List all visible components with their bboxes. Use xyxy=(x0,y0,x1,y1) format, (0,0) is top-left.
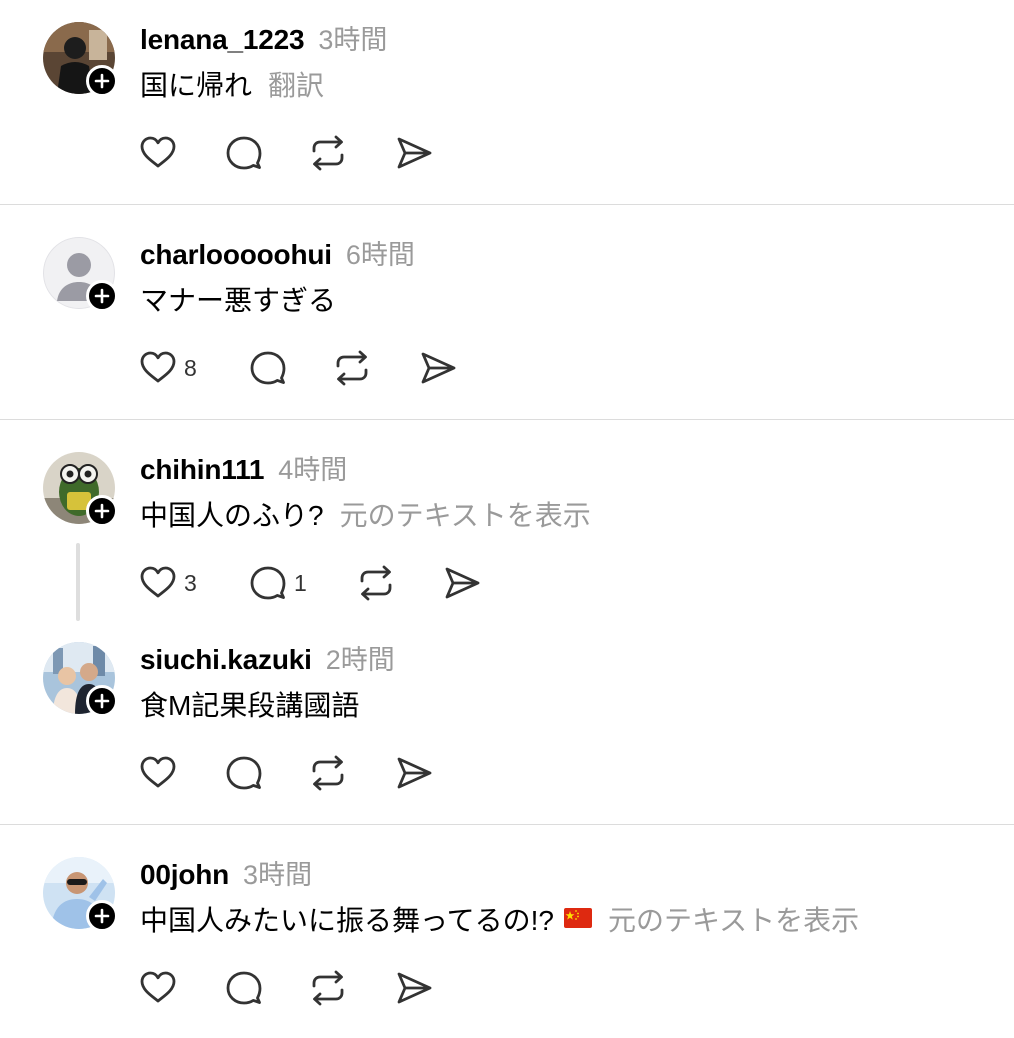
follow-button[interactable] xyxy=(86,65,118,97)
heart-icon xyxy=(140,756,176,788)
repost-icon xyxy=(336,350,368,386)
like-button[interactable]: 3 xyxy=(138,563,197,603)
follow-button[interactable] xyxy=(86,900,118,932)
username[interactable]: lenana_1223 xyxy=(140,24,305,56)
post-text: マナー悪すぎる xyxy=(140,285,337,316)
post-text: 食M記果段講國語 xyxy=(140,690,360,721)
send-icon xyxy=(397,972,432,1004)
post-time: 2時間 xyxy=(325,645,395,675)
show-original-link[interactable]: 元のテキストを表示 xyxy=(608,899,859,939)
repost-button[interactable] xyxy=(332,348,372,388)
send-icon xyxy=(421,352,456,384)
send-icon xyxy=(397,757,432,789)
post-text: 国に帰れ xyxy=(140,70,253,101)
share-button[interactable] xyxy=(394,968,434,1008)
heart-icon xyxy=(140,566,176,598)
post-text: 中国人のふり? xyxy=(140,500,324,531)
send-icon xyxy=(445,567,480,599)
reply-button[interactable] xyxy=(224,753,264,793)
repost-button[interactable] xyxy=(308,753,348,793)
post-time: 3時間 xyxy=(243,860,313,890)
reply-count: 1 xyxy=(294,569,307,596)
post-time: 3時間 xyxy=(318,25,388,55)
reply-button[interactable] xyxy=(224,968,264,1008)
reply-button[interactable] xyxy=(224,133,264,173)
repost-icon xyxy=(312,755,344,791)
share-button[interactable] xyxy=(418,348,458,388)
heart-icon xyxy=(140,136,176,168)
plus-icon xyxy=(94,503,110,519)
china-flag-icon xyxy=(563,903,592,935)
like-button[interactable] xyxy=(138,968,178,1008)
share-button[interactable] xyxy=(442,563,482,603)
like-button[interactable] xyxy=(138,753,178,793)
share-button[interactable] xyxy=(394,753,434,793)
plus-icon xyxy=(94,73,110,89)
reply-button[interactable]: 1 xyxy=(248,563,307,603)
like-count: 3 xyxy=(184,569,197,596)
repost-icon xyxy=(312,135,344,171)
follow-button[interactable] xyxy=(86,685,118,717)
repost-button[interactable] xyxy=(308,133,348,173)
share-button[interactable] xyxy=(394,133,434,173)
follow-button[interactable] xyxy=(86,280,118,312)
post-time: 6時間 xyxy=(345,240,415,270)
plus-icon xyxy=(94,693,110,709)
reply-feed: lenana_1223 3時間 国に帰れ 翻訳 charlooooohui 6時… xyxy=(0,0,1014,1038)
comment-icon xyxy=(226,136,262,170)
reply-button[interactable] xyxy=(248,348,288,388)
translate-link[interactable]: 翻訳 xyxy=(268,64,324,104)
avatar[interactable] xyxy=(43,237,118,312)
comment-icon xyxy=(250,566,286,600)
heart-icon xyxy=(140,971,176,1003)
comment-icon xyxy=(226,756,262,790)
plus-icon xyxy=(94,908,110,924)
post-time: 4時間 xyxy=(278,455,348,485)
like-button[interactable]: 8 xyxy=(138,348,197,388)
username[interactable]: charlooooohui xyxy=(140,239,332,271)
username[interactable]: siuchi.kazuki xyxy=(140,644,312,676)
divider xyxy=(0,419,1014,420)
show-original-link[interactable]: 元のテキストを表示 xyxy=(340,494,591,534)
plus-icon xyxy=(94,288,110,304)
divider xyxy=(0,204,1014,205)
avatar[interactable] xyxy=(43,22,118,97)
username[interactable]: chihin111 xyxy=(140,454,264,486)
avatar[interactable] xyxy=(43,857,118,932)
heart-icon xyxy=(140,351,176,383)
follow-button[interactable] xyxy=(86,495,118,527)
send-icon xyxy=(397,137,432,169)
comment-icon xyxy=(250,351,286,385)
thread-line xyxy=(76,543,80,621)
avatar[interactable] xyxy=(43,642,118,717)
repost-icon xyxy=(312,970,344,1006)
post-text: 中国人みたいに振る舞ってるの!? xyxy=(140,905,554,936)
like-count: 8 xyxy=(184,354,197,381)
divider xyxy=(0,824,1014,825)
username[interactable]: 00john xyxy=(140,859,229,891)
repost-button[interactable] xyxy=(308,968,348,1008)
avatar[interactable] xyxy=(43,452,118,527)
like-button[interactable] xyxy=(138,133,178,173)
repost-icon xyxy=(360,565,392,601)
comment-icon xyxy=(226,971,262,1005)
repost-button[interactable] xyxy=(356,563,396,603)
